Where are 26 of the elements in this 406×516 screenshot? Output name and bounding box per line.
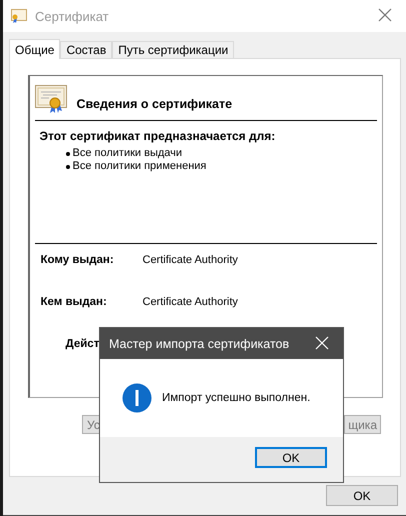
window-title: Сертификат (35, 8, 110, 24)
tab[interactable]: Состав (60, 41, 112, 58)
dialog-title: Мастер импорта сертификатов (109, 336, 290, 350)
tab[interactable]: Общие (9, 39, 60, 59)
field-value: Certificate Authority (142, 254, 238, 266)
purpose-item: Все политики применения (72, 160, 206, 173)
bullet-icon (66, 152, 70, 156)
dialog-message: Импорт успешно выполнен. (162, 392, 310, 404)
close-icon (315, 336, 329, 350)
close-button[interactable] (315, 336, 331, 352)
ok-button[interactable]: OK (255, 447, 327, 468)
field-label: Кому выдан: (40, 254, 115, 266)
certificate-heading: Сведения о сертификате (76, 97, 232, 111)
field-label: Кем выдан: (40, 296, 108, 308)
certificate-icon (11, 9, 27, 23)
field-value: Certificate Authority (142, 296, 238, 308)
bullet-icon (66, 164, 70, 168)
field-label: Дейст (66, 338, 100, 350)
ok-button[interactable]: OK (326, 485, 398, 506)
close-button[interactable] (378, 8, 394, 24)
close-icon (378, 8, 392, 22)
tab[interactable]: Путь сертификации (112, 41, 234, 58)
info-icon (122, 383, 152, 413)
purpose-item: Все политики выдачи (72, 147, 182, 160)
purpose-title: Этот сертификат предназначается для: (40, 129, 276, 143)
certificate-icon (34, 85, 66, 113)
